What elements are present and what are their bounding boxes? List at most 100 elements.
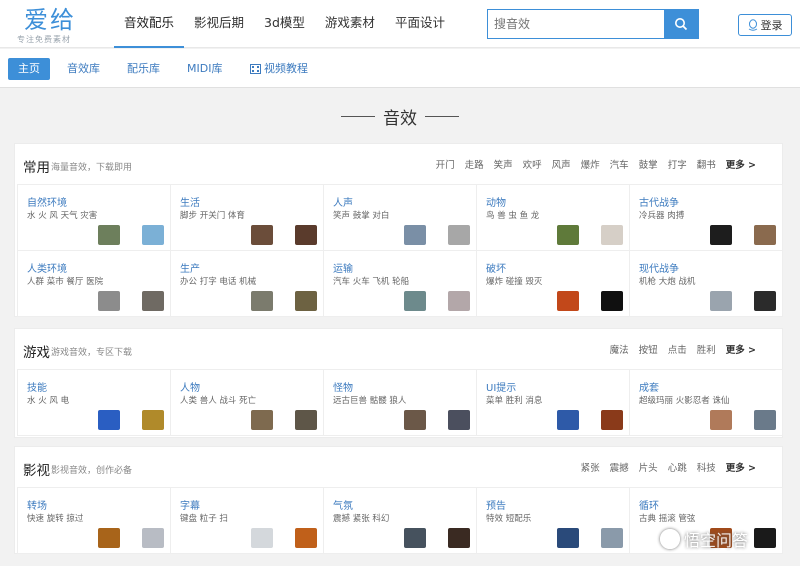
card-thumbnail[interactable] [142, 225, 164, 245]
card-title[interactable]: 自然环境 [27, 194, 67, 209]
category-card[interactable]: 动物鸟 兽 虫 鱼 龙 [476, 184, 630, 251]
category-card[interactable]: 人类环境 人群 菜市 餐厅 医院 [17, 250, 171, 317]
card-title[interactable]: 生产 [180, 260, 200, 275]
main-nav-item[interactable]: 音效配乐 [114, 0, 185, 48]
tag-link[interactable]: 开门 [436, 157, 455, 171]
card-title[interactable]: 人物 [180, 379, 200, 394]
tag-link[interactable]: 胜利 [697, 342, 716, 356]
card-title[interactable]: UI提示 [486, 379, 516, 394]
card-thumbnail[interactable] [251, 291, 273, 311]
tag-link[interactable]: 心跳 [668, 460, 687, 474]
category-card[interactable]: 成套 超级玛丽 火影忍者 诛仙 [629, 369, 783, 436]
card-thumbnail[interactable] [404, 291, 426, 311]
section-title[interactable]: 游戏 [23, 341, 50, 361]
card-thumbnail[interactable] [404, 528, 426, 548]
more-link[interactable]: 更多 > [726, 157, 756, 171]
category-card[interactable]: 生活 脚步 开关门 体育 [170, 184, 324, 251]
subnav-video-tutorial[interactable]: 视频教程 [250, 58, 308, 80]
category-card[interactable]: 气氛 震撼 紧张 科幻 [323, 487, 477, 554]
category-card[interactable]: 转场 快速 旋转 掠过 [17, 487, 171, 554]
category-card[interactable]: 人物 人类 兽人 战斗 死亡 [170, 369, 324, 436]
card-title[interactable]: 技能 [27, 379, 47, 394]
card-title[interactable]: 字幕 [180, 497, 200, 512]
subnav-home[interactable]: 主页 [8, 58, 50, 80]
tag-link[interactable]: 鼓掌 [639, 157, 658, 171]
subnav-midi-library[interactable]: MIDI库 [187, 58, 222, 80]
card-thumbnail[interactable] [754, 410, 776, 430]
more-link[interactable]: 更多 > [726, 342, 756, 356]
card-thumbnail[interactable] [295, 291, 317, 311]
subnav-music-library[interactable]: 配乐库 [127, 58, 160, 80]
search-button[interactable] [664, 10, 698, 38]
subnav-sound-library[interactable]: 音效库 [67, 58, 100, 80]
site-logo[interactable]: 爱给 专注免费素材 [8, 4, 108, 44]
section-title[interactable]: 常用 [23, 156, 50, 176]
card-thumbnail[interactable] [251, 225, 273, 245]
card-title[interactable]: 古代战争 [639, 194, 679, 209]
category-card[interactable]: 自然环境水 火 风 天气 灾害 [17, 184, 171, 251]
card-title[interactable]: 气氛 [333, 497, 353, 512]
category-card[interactable]: UI提示 菜单 胜利 消息 [476, 369, 630, 436]
category-card[interactable]: 古代战争 冷兵器 肉搏 [629, 184, 783, 251]
main-nav-item[interactable]: 平面设计 [385, 0, 455, 48]
card-thumbnail[interactable] [557, 291, 579, 311]
card-thumbnail[interactable] [601, 528, 623, 548]
search-input[interactable] [488, 10, 664, 38]
card-title[interactable]: 怪物 [333, 379, 353, 394]
tag-link[interactable]: 打字 [668, 157, 687, 171]
card-thumbnail[interactable] [601, 291, 623, 311]
category-card[interactable]: 字幕 键盘 粒子 扫 [170, 487, 324, 554]
tag-link[interactable]: 片头 [639, 460, 658, 474]
card-thumbnail[interactable] [98, 528, 120, 548]
card-thumbnail[interactable] [295, 225, 317, 245]
category-card[interactable]: 生产 办公 打字 电话 机械 [170, 250, 324, 317]
card-title[interactable]: 破坏 [486, 260, 506, 275]
tag-link[interactable]: 按钮 [639, 342, 658, 356]
tag-link[interactable]: 紧张 [581, 460, 600, 474]
card-thumbnail[interactable] [98, 225, 120, 245]
tag-link[interactable]: 爆炸 [581, 157, 600, 171]
card-thumbnail[interactable] [710, 410, 732, 430]
tag-link[interactable]: 点击 [668, 342, 687, 356]
category-card[interactable]: 技能水 火 风 电 [17, 369, 171, 436]
card-thumbnail[interactable] [295, 528, 317, 548]
card-thumbnail[interactable] [142, 410, 164, 430]
category-card[interactable]: 人声 笑声 鼓掌 对白 [323, 184, 477, 251]
card-thumbnail[interactable] [557, 225, 579, 245]
card-thumbnail[interactable] [404, 225, 426, 245]
card-title[interactable]: 生活 [180, 194, 200, 209]
card-thumbnail[interactable] [448, 528, 470, 548]
card-title[interactable]: 转场 [27, 497, 47, 512]
category-card[interactable]: 怪物 远古巨兽 骷髅 狼人 [323, 369, 477, 436]
card-title[interactable]: 人类环境 [27, 260, 67, 275]
card-thumbnail[interactable] [98, 291, 120, 311]
card-thumbnail[interactable] [710, 291, 732, 311]
card-title[interactable]: 预告 [486, 497, 506, 512]
card-thumbnail[interactable] [404, 410, 426, 430]
card-thumbnail[interactable] [557, 410, 579, 430]
card-thumbnail[interactable] [601, 225, 623, 245]
tag-link[interactable]: 魔法 [610, 342, 629, 356]
tag-link[interactable]: 震撼 [610, 460, 629, 474]
card-thumbnail[interactable] [295, 410, 317, 430]
tag-link[interactable]: 科技 [697, 460, 716, 474]
card-thumbnail[interactable] [251, 410, 273, 430]
card-thumbnail[interactable] [448, 225, 470, 245]
login-button[interactable]: 登录 [738, 14, 792, 36]
card-thumbnail[interactable] [142, 291, 164, 311]
main-nav-item[interactable]: 游戏素材 [315, 0, 385, 48]
card-thumbnail[interactable] [98, 410, 120, 430]
category-card[interactable]: 破坏 爆炸 碰撞 毁灭 [476, 250, 630, 317]
card-title[interactable]: 动物 [486, 194, 506, 209]
tag-link[interactable]: 汽车 [610, 157, 629, 171]
card-title[interactable]: 人声 [333, 194, 353, 209]
tag-link[interactable]: 风声 [552, 157, 571, 171]
card-title[interactable]: 成套 [639, 379, 659, 394]
tag-link[interactable]: 欢呼 [523, 157, 542, 171]
card-thumbnail[interactable] [601, 410, 623, 430]
card-thumbnail[interactable] [710, 225, 732, 245]
card-thumbnail[interactable] [448, 291, 470, 311]
card-title[interactable]: 循环 [639, 497, 659, 512]
card-thumbnail[interactable] [754, 225, 776, 245]
card-title[interactable]: 现代战争 [639, 260, 679, 275]
